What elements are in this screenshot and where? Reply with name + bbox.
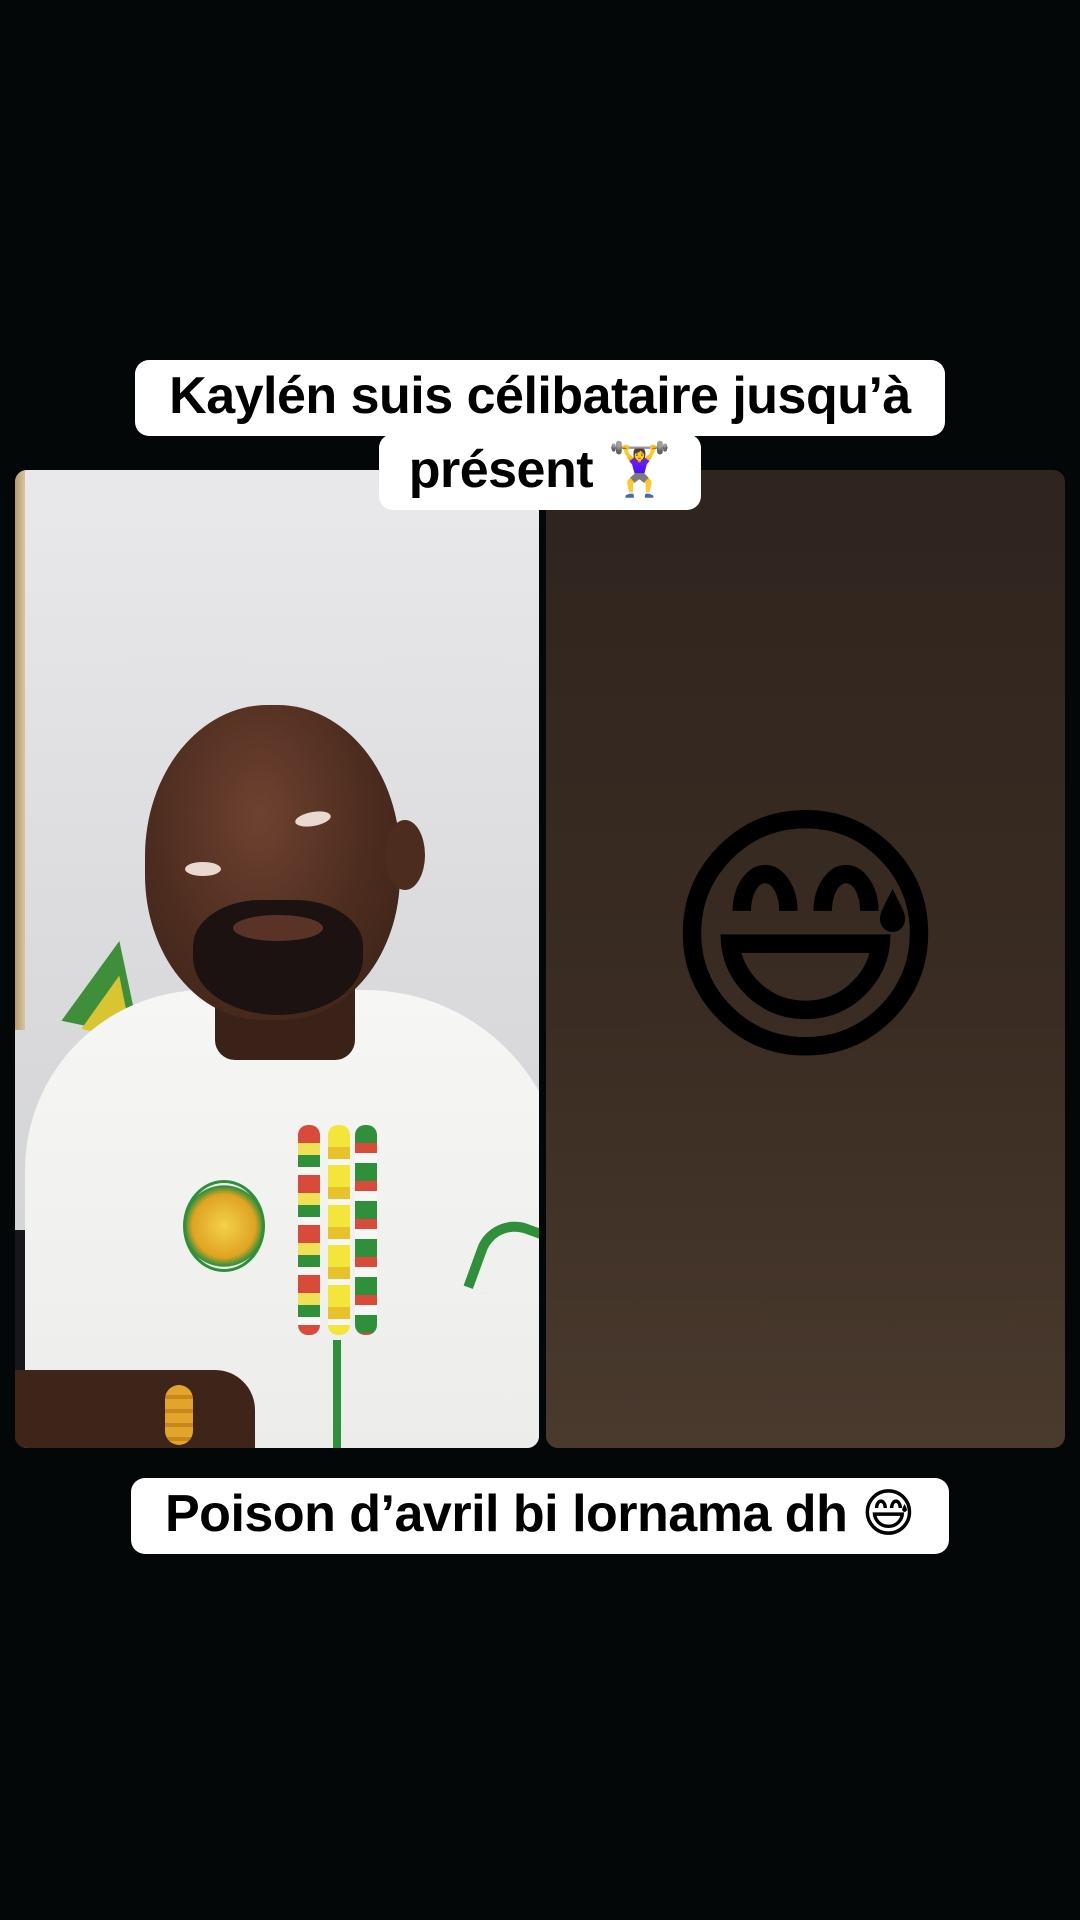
duet-panels: 😅 xyxy=(15,470,1065,1448)
shirt-pattern xyxy=(328,1125,350,1335)
bracelet xyxy=(165,1385,193,1445)
person-ear xyxy=(385,820,425,890)
left-video-panel[interactable] xyxy=(15,470,539,1448)
team-crest xyxy=(183,1180,265,1272)
shirt-stripe xyxy=(333,1340,341,1448)
top-caption-line-2: présent 🏋️‍♀️ xyxy=(378,434,702,510)
person-mouth xyxy=(233,915,323,941)
top-caption: Kaylén suis célibataire jusqu’à présent … xyxy=(0,360,1080,510)
person-eye-left xyxy=(185,862,221,876)
shirt-pattern xyxy=(355,1125,377,1335)
shirt-pattern xyxy=(298,1125,320,1335)
right-video-panel[interactable]: 😅 xyxy=(546,470,1065,1448)
bottom-caption-text: Poison d’avril bi lornama dh 😅 xyxy=(131,1478,949,1554)
bottom-caption: Poison d’avril bi lornama dh 😅 xyxy=(0,1478,1080,1554)
door-frame xyxy=(15,470,25,1030)
grinning-face-with-sweat-icon: 😅 xyxy=(659,776,952,1102)
top-caption-line-1: Kaylén suis célibataire jusqu’à xyxy=(135,360,945,436)
video-screen[interactable]: 😅 Kaylén suis célibataire jusqu’à présen… xyxy=(0,0,1080,1920)
person-hand xyxy=(15,1370,255,1448)
